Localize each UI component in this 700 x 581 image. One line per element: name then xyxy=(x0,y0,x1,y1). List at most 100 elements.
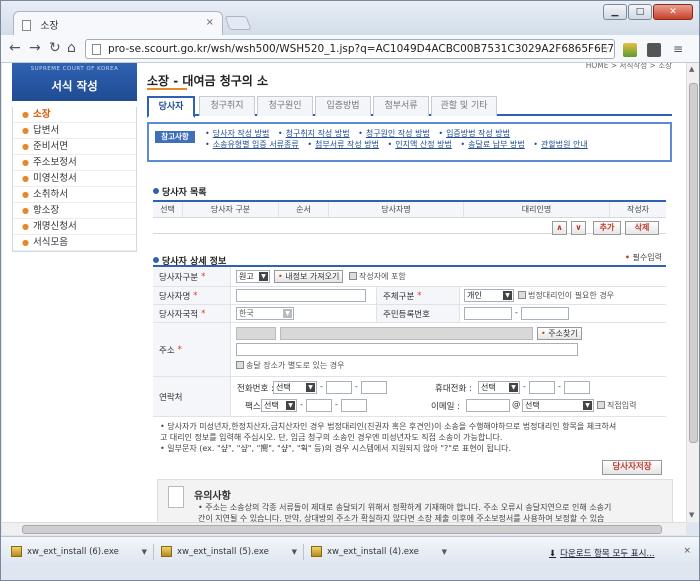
browser-tab[interactable]: 소장 × xyxy=(13,11,223,35)
close-download-bar-icon[interactable]: × xyxy=(683,546,691,556)
checkbox-icon xyxy=(349,272,357,280)
rrn-second-input[interactable] xyxy=(521,307,569,320)
tab-evidence[interactable]: 입증방법 xyxy=(315,96,371,116)
link-court-jurisdiction[interactable]: 관할법원 안내 xyxy=(533,140,588,149)
sidebar-item-forms[interactable]: ● 서식모음 xyxy=(13,235,136,251)
reference-badge: 참고사항 xyxy=(155,131,195,143)
link-attachments-guide[interactable]: 첨부서류 작성 방법 xyxy=(307,140,379,149)
row-address: 주소 * • 주소찾기 송달 장소가 별도로 있는 경우 xyxy=(153,323,666,377)
sidebar-item-complaint[interactable]: ● 소장 xyxy=(13,107,136,123)
sidebar-header: SUPREME COURT OF KOREA 서식 작성 xyxy=(12,63,137,101)
move-down-button[interactable]: ∨ xyxy=(571,221,586,235)
show-all-downloads-link[interactable]: ⬇ 다운로드 항목 모두 표시... xyxy=(549,547,655,559)
address-bar[interactable]: pro-se.scourt.go.kr/wsh/wsh500/WSH520_1.… xyxy=(85,39,615,59)
col-agent-name: 대리인명 xyxy=(464,202,610,217)
scroll-down-icon[interactable]: ▼ xyxy=(689,511,694,519)
include-author-checkbox[interactable]: 작성자에 포함 xyxy=(349,271,406,282)
maximize-button[interactable]: □ xyxy=(628,4,652,20)
close-tab-icon[interactable]: × xyxy=(206,17,214,28)
bullet-icon: ● xyxy=(22,174,29,183)
label-phone: 전화번호 : xyxy=(237,384,274,394)
download-arrow-icon: ⬇ xyxy=(549,549,557,559)
tab-claim-purpose[interactable]: 청구취지 xyxy=(199,96,255,116)
browser-toolbar: ← → ↻ ⌂ pro-se.scourt.go.kr/wsh/wsh500/W… xyxy=(1,35,699,63)
sidebar-item-application[interactable]: ● 미영신청서 xyxy=(13,171,136,187)
sidebar-item-withdrawal[interactable]: ● 소취하서 xyxy=(13,187,136,203)
horizontal-scrollbar[interactable] xyxy=(2,522,686,535)
party-name-input[interactable] xyxy=(236,289,366,302)
address-base-input[interactable] xyxy=(280,327,533,340)
nationality-select[interactable]: 한국 xyxy=(236,307,294,320)
fax-mid-input[interactable] xyxy=(306,399,332,412)
separate-delivery-checkbox[interactable]: 송달 장소가 별도로 있는 경우 xyxy=(236,360,345,371)
link-claim-cause-guide[interactable]: 청구원인 작성 방법 xyxy=(358,129,430,138)
link-delivery-fee[interactable]: 송달료 납부 방법 xyxy=(460,140,525,149)
mobile-mid-input[interactable] xyxy=(529,381,555,394)
tab-claim-cause[interactable]: 청구원인 xyxy=(257,96,313,116)
chevron-down-icon[interactable]: ▼ xyxy=(142,542,147,562)
phone-area-select[interactable]: 선택 xyxy=(273,381,317,394)
load-my-info-button[interactable]: • 내정보 가져오기 xyxy=(274,270,344,283)
reload-icon[interactable]: ↻ xyxy=(49,40,61,56)
email-domain-select[interactable]: 선택 xyxy=(522,399,594,412)
move-up-button[interactable]: ∧ xyxy=(552,221,567,235)
find-address-button[interactable]: • 주소찾기 xyxy=(537,327,582,340)
tab-attachments[interactable]: 첨부서류 xyxy=(373,96,429,116)
link-claim-purpose-guide[interactable]: 청구취지 작성 방법 xyxy=(278,129,350,138)
back-icon[interactable]: ← xyxy=(9,40,21,56)
vertical-scrollbar[interactable]: ▲ ▼ xyxy=(686,63,699,522)
home-icon[interactable]: ⌂ xyxy=(67,40,76,56)
close-window-button[interactable]: ✕ xyxy=(653,4,693,20)
phone-mid-input[interactable] xyxy=(326,381,352,394)
note-line: 고 대리인 정보를 입력해 주십시오. 단, 임금 청구의 소송인 경우엔 미성… xyxy=(160,433,503,442)
link-stamp-fee[interactable]: 인지액 산정 방법 xyxy=(388,140,452,149)
form-tabs: 당사자 청구취지 청구원인 입증방법 첨부서류 관할 및 기타 xyxy=(147,94,672,118)
scroll-thumb[interactable] xyxy=(689,83,698,443)
fax-area-select[interactable]: 선택 xyxy=(261,399,297,412)
label-party-type: 당사자구분 * xyxy=(153,267,231,286)
add-button[interactable]: 추가 xyxy=(593,221,621,235)
address-detail-input[interactable] xyxy=(236,343,578,356)
link-party-guide[interactable]: 당사자 작성 방법 xyxy=(205,129,270,138)
sidebar-item-answer[interactable]: ● 답변서 xyxy=(13,123,136,139)
email-id-input[interactable] xyxy=(466,399,510,412)
chevron-down-icon[interactable]: ▼ xyxy=(292,542,297,562)
bullet-icon: ● xyxy=(22,110,29,119)
sidebar-item-name-change[interactable]: ● 개명신청서 xyxy=(13,219,136,235)
link-evidence-guide[interactable]: 입증방법 작성 방법 xyxy=(438,129,510,138)
wrench-menu-icon[interactable]: ≡ xyxy=(671,43,685,57)
page-icon xyxy=(92,44,101,55)
divider xyxy=(303,544,304,560)
phone-last-input[interactable] xyxy=(361,381,387,394)
entity-type-select[interactable]: 개인 xyxy=(464,289,514,302)
mobile-prefix-select[interactable]: 선택 xyxy=(478,381,520,394)
title-bar: 소장 × ▁ □ ✕ xyxy=(1,1,699,35)
sidebar-item-address-correction[interactable]: ● 주소보정서 xyxy=(13,155,136,171)
direct-input-checkbox[interactable]: 직접입력 xyxy=(597,400,636,411)
bookmark-star-icon[interactable]: ☆ xyxy=(599,42,610,56)
new-tab-button[interactable] xyxy=(224,16,252,30)
link-evidence-types[interactable]: 소송유형별 입증 서류종류 xyxy=(205,140,299,149)
download-item[interactable]: xw_ext_install (6).exe ▼ xyxy=(9,542,151,562)
legal-rep-checkbox[interactable]: 법정대리인이 필요한 경우 xyxy=(518,290,614,301)
sidebar-item-appeal[interactable]: ● 항소장 xyxy=(13,203,136,219)
scroll-up-icon[interactable]: ▲ xyxy=(689,65,694,73)
forward-icon[interactable]: → xyxy=(29,40,41,56)
chevron-down-icon[interactable]: ▼ xyxy=(442,542,447,562)
rrn-first-input[interactable] xyxy=(464,307,512,320)
delete-button[interactable]: 삭제 xyxy=(625,221,659,235)
party-type-select[interactable]: 원고 xyxy=(236,270,270,283)
mobile-last-input[interactable] xyxy=(564,381,590,394)
save-party-button[interactable]: 당사자저장 xyxy=(602,460,662,475)
tab-party[interactable]: 당사자 xyxy=(147,96,195,118)
download-item[interactable]: xw_ext_install (5).exe ▼ xyxy=(159,542,301,562)
extension-icon[interactable] xyxy=(623,43,637,57)
download-item[interactable]: xw_ext_install (4).exe ▼ xyxy=(309,542,451,562)
sidebar-item-brief[interactable]: ● 준비서면 xyxy=(13,139,136,155)
extension-icon-2[interactable] xyxy=(647,43,661,57)
h-scroll-thumb[interactable] xyxy=(22,525,662,534)
fax-last-input[interactable] xyxy=(341,399,367,412)
postcode-input[interactable] xyxy=(236,327,276,340)
minimize-button[interactable]: ▁ xyxy=(603,4,627,20)
tab-jurisdiction[interactable]: 관할 및 기타 xyxy=(431,96,497,116)
